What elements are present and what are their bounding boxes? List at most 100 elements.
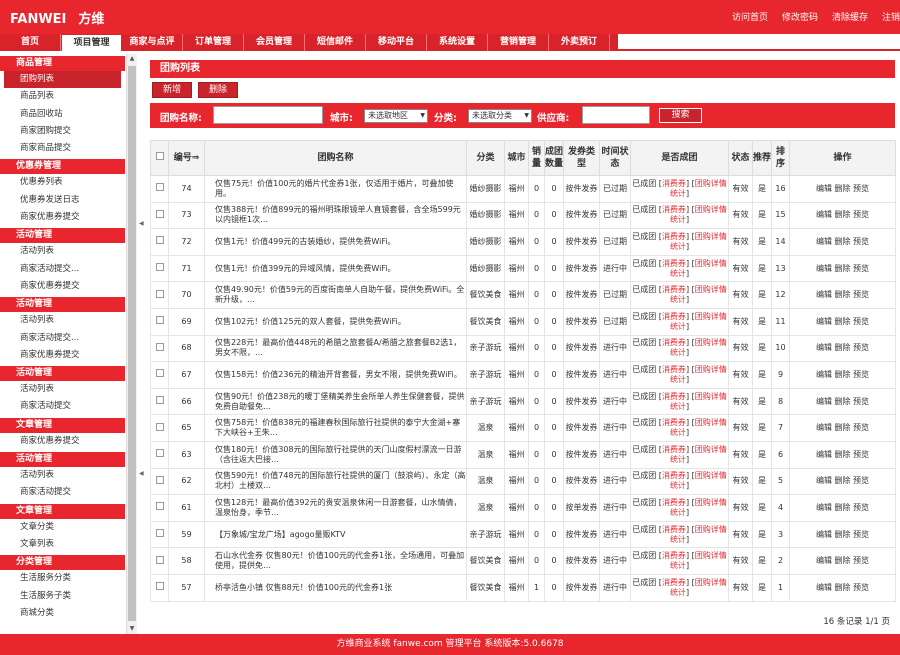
- row-checkbox[interactable]: [156, 236, 164, 244]
- top-link[interactable]: 清除缓存: [832, 13, 868, 23]
- sidebar-group-title[interactable]: 文章管理: [0, 418, 125, 433]
- row-select-cell[interactable]: [151, 362, 169, 389]
- deal-status[interactable]: 有效: [729, 176, 753, 203]
- coupon-link[interactable]: 消费券: [662, 418, 686, 427]
- row-checkbox[interactable]: [156, 290, 164, 298]
- row-checkbox[interactable]: [156, 316, 164, 324]
- select-all-checkbox[interactable]: [156, 152, 164, 160]
- coupon-link[interactable]: 消费券: [662, 179, 686, 188]
- sidebar-item[interactable]: 商家活动提交: [0, 398, 125, 415]
- sidebar-group-title[interactable]: 活动管理: [0, 452, 125, 467]
- sidebar-item[interactable]: 商城分类: [0, 605, 125, 622]
- nav-tab[interactable]: 会员管理: [244, 34, 305, 51]
- sidebar-item[interactable]: 文章分类: [0, 519, 125, 536]
- deal-status[interactable]: 有效: [729, 282, 753, 309]
- row-actions[interactable]: 编辑 删除 预览: [790, 388, 896, 415]
- deal-status[interactable]: 有效: [729, 335, 753, 362]
- row-select-cell[interactable]: [151, 308, 169, 335]
- sidebar-item[interactable]: 商家活动提交...: [0, 330, 125, 347]
- sidebar-item[interactable]: 商家活动提交...: [0, 261, 125, 278]
- row-select-cell[interactable]: [151, 282, 169, 309]
- coupon-link[interactable]: 消费券: [662, 525, 686, 534]
- city-select[interactable]: 未选取地区: [364, 109, 428, 123]
- row-actions[interactable]: 编辑 删除 预览: [790, 495, 896, 522]
- row-select-cell[interactable]: [151, 176, 169, 203]
- coupon-link[interactable]: 消费券: [662, 365, 686, 374]
- row-select-cell[interactable]: [151, 468, 169, 495]
- coupon-link[interactable]: 消费券: [662, 498, 686, 507]
- row-checkbox[interactable]: [156, 423, 164, 431]
- select-all-cell[interactable]: [151, 141, 169, 176]
- name-input[interactable]: [213, 106, 323, 124]
- sidebar-group-title[interactable]: 商品管理: [0, 56, 125, 71]
- category-select[interactable]: 未选取分类: [468, 109, 532, 123]
- nav-tab[interactable]: 外卖预订: [549, 34, 610, 51]
- sidebar-item[interactable]: 生活服务分类: [0, 570, 125, 587]
- row-actions[interactable]: 编辑 删除 预览: [790, 521, 896, 548]
- column-header[interactable]: 编号⇒: [169, 141, 205, 176]
- deal-status[interactable]: 有效: [729, 202, 753, 229]
- row-actions[interactable]: 编辑 删除 预览: [790, 308, 896, 335]
- scroll-down-icon[interactable]: ▼: [127, 624, 137, 634]
- sidebar-item[interactable]: 优惠券发送日志: [0, 192, 125, 209]
- row-select-cell[interactable]: [151, 255, 169, 282]
- sidebar-group-title[interactable]: 优惠券管理: [0, 159, 125, 174]
- coupon-link[interactable]: 消费券: [662, 205, 686, 214]
- row-actions[interactable]: 编辑 删除 预览: [790, 574, 896, 601]
- sidebar-scrollbar[interactable]: ▲ ▼: [126, 54, 137, 634]
- sidebar-item[interactable]: 活动列表: [0, 312, 125, 329]
- sidebar-splitter[interactable]: ◀ ◀: [138, 54, 146, 634]
- row-select-cell[interactable]: [151, 202, 169, 229]
- row-actions[interactable]: 编辑 删除 预览: [790, 362, 896, 389]
- collapse-left-icon[interactable]: ◀: [139, 220, 144, 227]
- row-checkbox[interactable]: [156, 183, 164, 191]
- sidebar-item[interactable]: 活动列表: [0, 243, 125, 260]
- deal-status[interactable]: 有效: [729, 415, 753, 442]
- row-select-cell[interactable]: [151, 495, 169, 522]
- row-checkbox[interactable]: [156, 343, 164, 351]
- coupon-link[interactable]: 消费券: [662, 232, 686, 241]
- row-select-cell[interactable]: [151, 229, 169, 256]
- coupon-link[interactable]: 消费券: [662, 578, 686, 587]
- sidebar-group-title[interactable]: 文章管理: [0, 504, 125, 519]
- deal-status[interactable]: 有效: [729, 468, 753, 495]
- coupon-link[interactable]: 消费券: [662, 259, 686, 268]
- sidebar-group-title[interactable]: 活动管理: [0, 228, 125, 243]
- row-actions[interactable]: 编辑 删除 预览: [790, 255, 896, 282]
- top-link[interactable]: 访问首页: [732, 13, 768, 23]
- sidebar-item[interactable]: 商家团购提交: [0, 123, 125, 140]
- row-actions[interactable]: 编辑 删除 预览: [790, 282, 896, 309]
- coupon-link[interactable]: 消费券: [662, 471, 686, 480]
- sidebar-item[interactable]: 商家活动提交: [0, 484, 125, 501]
- coupon-link[interactable]: 消费券: [662, 392, 686, 401]
- add-button[interactable]: 新增: [152, 82, 192, 98]
- deal-status[interactable]: 有效: [729, 308, 753, 335]
- sidebar-item[interactable]: 团购列表: [4, 71, 121, 88]
- sidebar-item[interactable]: 活动列表: [0, 381, 125, 398]
- row-actions[interactable]: 编辑 删除 预览: [790, 468, 896, 495]
- row-actions[interactable]: 编辑 删除 预览: [790, 229, 896, 256]
- nav-tab[interactable]: 短信邮件: [305, 34, 366, 51]
- supplier-input[interactable]: [582, 106, 650, 124]
- row-actions[interactable]: 编辑 删除 预览: [790, 202, 896, 229]
- nav-tab[interactable]: 营销管理: [488, 34, 549, 51]
- coupon-link[interactable]: 消费券: [662, 445, 686, 454]
- row-checkbox[interactable]: [156, 210, 164, 218]
- top-link[interactable]: 修改密码: [782, 13, 818, 23]
- deal-status[interactable]: 有效: [729, 521, 753, 548]
- sidebar-group-title[interactable]: 分类管理: [0, 555, 125, 570]
- row-checkbox[interactable]: [156, 396, 164, 404]
- row-checkbox[interactable]: [156, 502, 164, 510]
- sidebar-item[interactable]: 生活服务子类: [0, 588, 125, 605]
- deal-status[interactable]: 有效: [729, 388, 753, 415]
- coupon-link[interactable]: 消费券: [662, 551, 686, 560]
- coupon-link[interactable]: 消费券: [662, 312, 686, 321]
- sidebar-item[interactable]: 商家优惠券提交: [0, 278, 125, 295]
- sort-icon[interactable]: ⇒: [192, 153, 200, 163]
- row-select-cell[interactable]: [151, 415, 169, 442]
- deal-status[interactable]: 有效: [729, 548, 753, 575]
- row-select-cell[interactable]: [151, 441, 169, 468]
- delete-button[interactable]: 删除: [198, 82, 238, 98]
- row-checkbox[interactable]: [156, 582, 164, 590]
- sidebar-item[interactable]: 活动列表: [0, 467, 125, 484]
